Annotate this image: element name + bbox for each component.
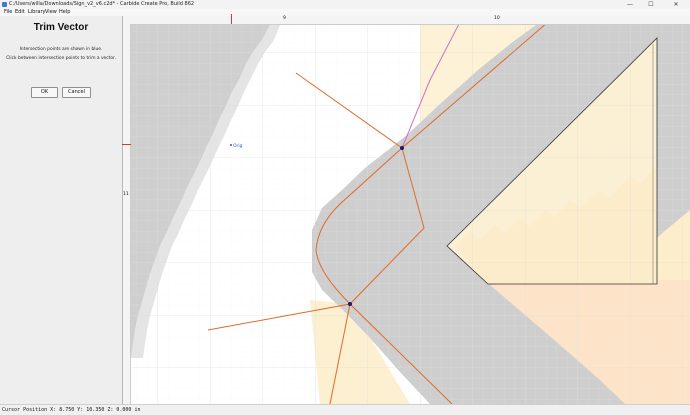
menu-bar: File Edit Library View Help xyxy=(0,9,690,16)
cancel-button[interactable]: Cancel xyxy=(62,87,91,98)
maximize-button[interactable]: ☐ xyxy=(643,0,659,9)
intersection-point[interactable] xyxy=(400,146,404,150)
ruler-position-marker xyxy=(231,14,232,24)
menu-library[interactable]: Library xyxy=(28,9,45,16)
app-icon xyxy=(2,2,7,7)
title-bar: C:/Users/willa/Downloads/Sign_v2_v6.c2d*… xyxy=(0,0,690,9)
ok-button[interactable]: OK xyxy=(31,87,58,98)
menu-edit[interactable]: Edit xyxy=(15,9,25,16)
ruler-left: 11 xyxy=(122,24,131,404)
status-bar: Cursor Position X: 8.750 Y: 10.350 Z: 0.… xyxy=(0,404,690,415)
ruler-top-label: 9 xyxy=(283,16,286,21)
window-title: C:/Users/willa/Downloads/Sign_v2_v6.c2d*… xyxy=(9,1,195,7)
panel-instruction-2: Click between intersection points to tri… xyxy=(6,56,116,61)
design-canvas[interactable]: Orig xyxy=(131,25,690,404)
ruler-top: 9 10 xyxy=(123,14,690,25)
close-button[interactable]: ✕ xyxy=(668,0,684,9)
ruler-left-label: 11 xyxy=(123,192,129,197)
cursor-position: Cursor Position X: 8.750 Y: 10.350 Z: 0.… xyxy=(2,407,141,413)
panel-heading: Trim Vector xyxy=(33,22,89,33)
canvas-drawing: Orig xyxy=(131,25,690,404)
menu-help[interactable]: Help xyxy=(59,9,70,16)
menu-file[interactable]: File xyxy=(4,9,12,16)
origin-label: Orig xyxy=(233,143,243,149)
minimize-button[interactable]: — xyxy=(622,0,638,9)
intersection-point[interactable] xyxy=(348,302,352,306)
menu-view[interactable]: View xyxy=(45,9,57,16)
ruler-top-label: 10 xyxy=(494,16,500,21)
ruler-position-marker xyxy=(122,144,131,145)
panel-instruction-1: Intersection points are shown in blue. xyxy=(19,47,103,52)
trim-vector-panel: Trim Vector Intersection points are show… xyxy=(0,16,123,404)
